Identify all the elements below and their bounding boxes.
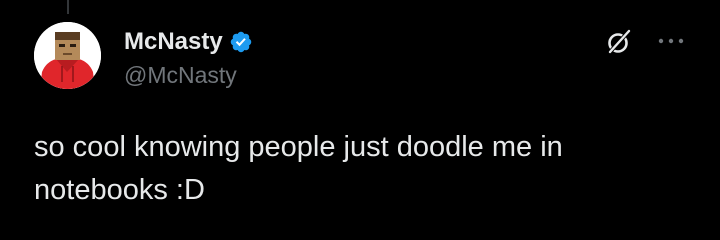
avatar-image: [34, 22, 101, 89]
tweet-text: so cool knowing people just doodle me in…: [34, 131, 563, 206]
verified-badge-icon[interactable]: [229, 30, 253, 54]
grok-icon[interactable]: [604, 27, 634, 57]
author-handle[interactable]: @McNasty: [124, 62, 253, 89]
tweet-card[interactable]: McNasty @McNasty so cool knowing people …: [0, 0, 720, 240]
avatar[interactable]: [34, 22, 101, 89]
more-options-icon[interactable]: [656, 34, 686, 48]
tweet-header: McNasty @McNasty: [124, 28, 253, 89]
author-display-name[interactable]: McNasty: [124, 28, 223, 56]
name-row: McNasty: [124, 28, 253, 56]
